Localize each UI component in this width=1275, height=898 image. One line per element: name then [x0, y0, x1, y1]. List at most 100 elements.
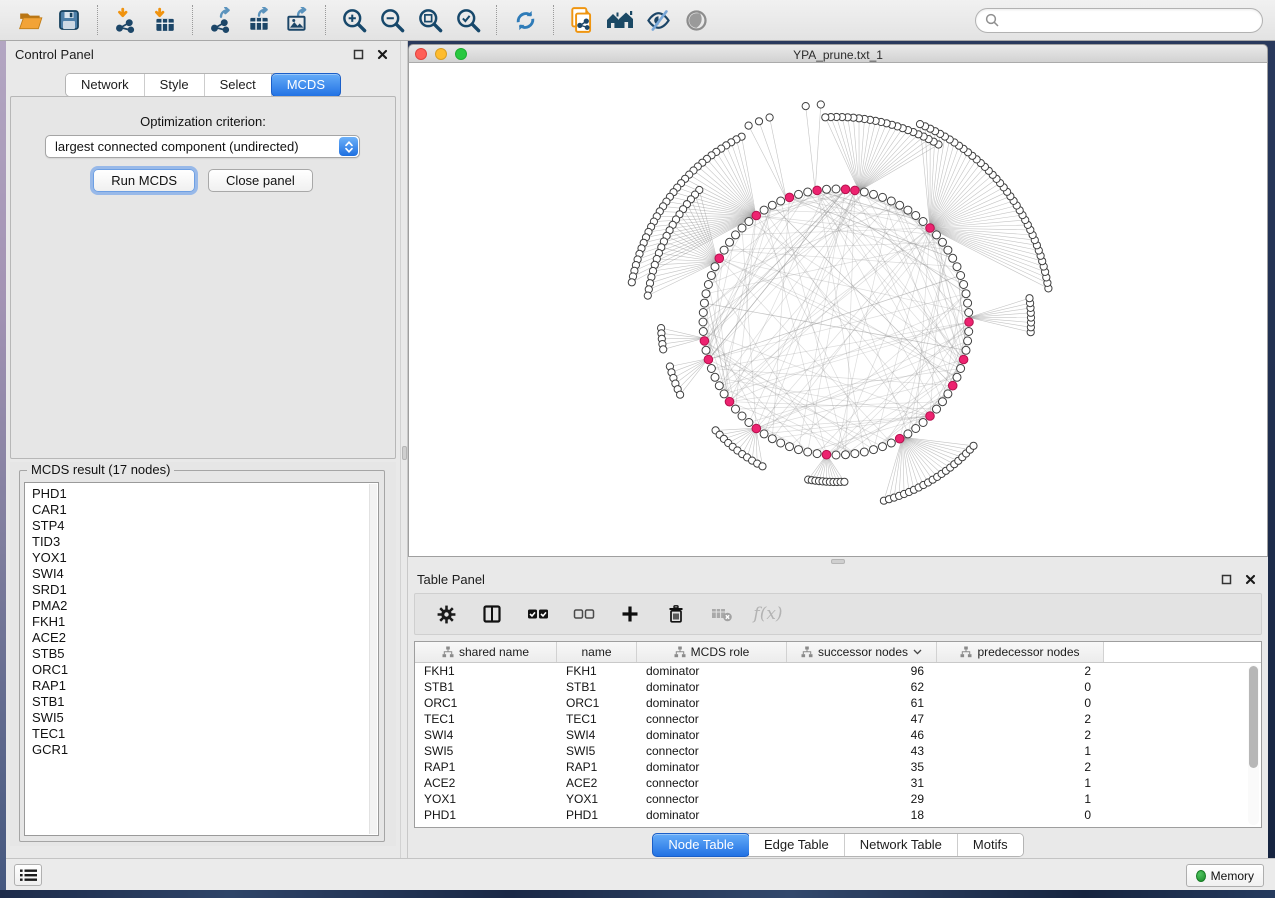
column-header-label: name: [581, 645, 611, 659]
cell-predecessor-nodes: 1: [937, 743, 1104, 759]
tab-network-table[interactable]: Network Table: [845, 834, 958, 856]
cell-predecessor-nodes: 2: [937, 727, 1104, 743]
splitter-grip[interactable]: [831, 559, 845, 564]
status-bar: Memory: [6, 858, 1275, 890]
zoom-selected-button[interactable]: [451, 4, 485, 36]
control-panel: Control Panel NetworkStyleSelectMCDS Opt…: [6, 41, 400, 858]
graphics-details-button[interactable]: [679, 4, 713, 36]
cell-shared-name: FKH1: [415, 663, 557, 679]
gear-icon: [436, 604, 457, 625]
network-overview-button[interactable]: [603, 4, 637, 36]
apply-layout-button[interactable]: [508, 4, 542, 36]
tab-edge-table[interactable]: Edge Table: [749, 834, 845, 856]
optimization-criterion-select[interactable]: largest connected component (undirected): [45, 135, 360, 158]
table-row[interactable]: SWI5SWI5connector431: [415, 743, 1261, 759]
splitter-grip[interactable]: [402, 446, 407, 460]
cell-predecessor-nodes: 1: [937, 775, 1104, 791]
export-table-button[interactable]: [242, 4, 276, 36]
tab-select[interactable]: Select: [205, 74, 272, 96]
mcds-result-list[interactable]: PHD1CAR1STP4TID3YOX1SWI4SRD1PMA2FKH1ACE2…: [24, 482, 379, 836]
zoom-fit-button[interactable]: [413, 4, 447, 36]
horizontal-splitter[interactable]: [408, 557, 1268, 566]
column-header-successor-nodes[interactable]: successor nodes: [787, 642, 937, 662]
select-all-button[interactable]: [525, 601, 551, 627]
delete-table-button-disabled: [709, 601, 735, 627]
column-header-name[interactable]: name: [557, 642, 637, 662]
network-window-titlebar[interactable]: YPA_prune.txt_1: [408, 44, 1268, 63]
cell-mcds-role: connector: [637, 775, 787, 791]
column-header-predecessor-nodes[interactable]: predecessor nodes: [937, 642, 1104, 662]
dropdown-stepper-icon: [339, 137, 358, 156]
tab-motifs[interactable]: Motifs: [958, 834, 1023, 856]
mcds-tab-content: Optimization criterion: largest connecte…: [10, 96, 396, 459]
search-box[interactable]: [975, 8, 1263, 33]
control-panel-tabs: NetworkStyleSelectMCDS: [65, 73, 341, 97]
zoom-in-button[interactable]: [337, 4, 371, 36]
network-canvas[interactable]: [408, 63, 1268, 557]
table-row[interactable]: RAP1RAP1dominator352: [415, 759, 1261, 775]
table-options-button[interactable]: [433, 601, 459, 627]
save-session-button[interactable]: [52, 4, 86, 36]
add-column-button[interactable]: [617, 601, 643, 627]
table-row[interactable]: TEC1TEC1connector472: [415, 711, 1261, 727]
cell-successor-nodes: 31: [787, 775, 937, 791]
table-row[interactable]: PHD1PHD1dominator180: [415, 807, 1261, 823]
mcds-result-node: STB1: [32, 694, 378, 710]
open-file-button[interactable]: [14, 4, 48, 36]
toolbar-separator: [97, 5, 98, 35]
toolbar-separator: [496, 5, 497, 35]
cell-successor-nodes: 47: [787, 711, 937, 727]
column-header-mcds-role[interactable]: MCDS role: [637, 642, 787, 662]
header-filler: [1104, 642, 1261, 662]
cell-successor-nodes: 61: [787, 695, 937, 711]
toolbar-separator: [192, 5, 193, 35]
table-row[interactable]: YOX1YOX1connector291: [415, 791, 1261, 807]
zoom-out-button[interactable]: [375, 4, 409, 36]
table-row[interactable]: ORC1ORC1dominator610: [415, 695, 1261, 711]
export-network-button[interactable]: [204, 4, 238, 36]
tab-node-table[interactable]: Node Table: [652, 833, 750, 857]
run-mcds-button[interactable]: Run MCDS: [93, 169, 195, 192]
import-table-icon: [151, 7, 177, 33]
cell-mcds-role: dominator: [637, 727, 787, 743]
cell-successor-nodes: 29: [787, 791, 937, 807]
close-panel-icon[interactable]: [373, 46, 391, 62]
show-column-panel-button[interactable]: [479, 601, 505, 627]
vertical-splitter[interactable]: [400, 41, 408, 858]
table-scrollbar-thumb[interactable]: [1249, 666, 1258, 768]
import-table-button[interactable]: [147, 4, 181, 36]
column-header-shared-name[interactable]: shared name: [415, 642, 557, 662]
table-panel-title: Table Panel: [417, 572, 485, 587]
search-input[interactable]: [999, 13, 1253, 27]
save-floppy-icon: [57, 8, 81, 32]
export-image-button[interactable]: [280, 4, 314, 36]
table-row[interactable]: SWI4SWI4dominator462: [415, 727, 1261, 743]
table-row[interactable]: FKH1FKH1dominator962: [415, 663, 1261, 679]
float-panel-icon[interactable]: [1217, 571, 1235, 587]
tab-network[interactable]: Network: [66, 74, 145, 96]
import-network-button[interactable]: [109, 4, 143, 36]
cell-predecessor-nodes: 0: [937, 695, 1104, 711]
float-panel-icon[interactable]: [349, 46, 367, 62]
tab-style[interactable]: Style: [145, 74, 205, 96]
clone-network-button[interactable]: [565, 4, 599, 36]
close-panel-button[interactable]: Close panel: [208, 169, 313, 192]
result-list-scrollbar[interactable]: [369, 484, 377, 834]
deselect-all-button[interactable]: [571, 601, 597, 627]
table-row[interactable]: STB1STB1dominator620: [415, 679, 1261, 695]
close-panel-icon[interactable]: [1241, 571, 1259, 587]
hide-labels-button[interactable]: [641, 4, 675, 36]
search-icon: [985, 13, 999, 27]
table-row[interactable]: ACE2ACE2connector311: [415, 775, 1261, 791]
mcds-result-title: MCDS result (17 nodes): [27, 462, 174, 477]
split-columns-icon: [482, 604, 502, 624]
tab-mcds[interactable]: MCDS: [271, 73, 341, 97]
cell-shared-name: SWI4: [415, 727, 557, 743]
mcds-result-node: CAR1: [32, 502, 378, 518]
memory-button[interactable]: Memory: [1186, 864, 1264, 887]
show-task-history-button[interactable]: [14, 864, 42, 886]
sort-chevron-icon: [913, 649, 922, 655]
table-scrollbar[interactable]: [1248, 665, 1259, 825]
fx-icon: f(x): [753, 604, 782, 624]
delete-column-button[interactable]: [663, 601, 689, 627]
